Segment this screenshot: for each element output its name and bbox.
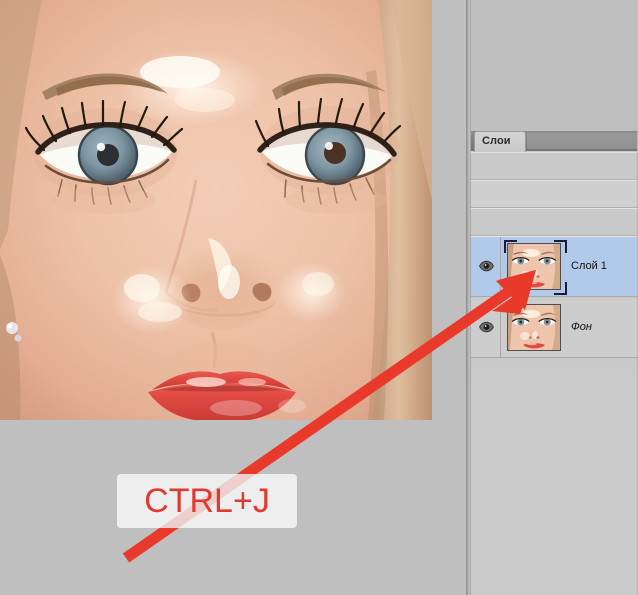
blend-mode-row: Обычные xyxy=(471,181,638,384)
thumbnail-bracket-tr xyxy=(554,240,567,253)
panel-tabstrip-empty xyxy=(527,133,638,149)
layer-2-name[interactable]: Фон xyxy=(571,321,592,333)
thumbnail-bracket-tl xyxy=(504,240,517,253)
layer-1-visibility-cell[interactable] xyxy=(471,237,501,296)
eye-icon[interactable] xyxy=(479,259,494,277)
thumbnail-bracket-bl xyxy=(504,282,517,295)
face-thumbnail xyxy=(508,305,560,350)
layer-2-visibility-cell[interactable] xyxy=(471,298,501,357)
layer-filter-row: Вид xyxy=(471,153,638,328)
layer-1-name[interactable]: Слой 1 xyxy=(571,260,607,272)
thumbnail-bracket-br xyxy=(554,282,567,295)
lock-row: Закрепить: xyxy=(471,209,638,438)
layer-row-2[interactable]: Фон xyxy=(471,298,638,358)
panel-top-empty-area xyxy=(471,0,638,131)
eye-icon[interactable] xyxy=(479,320,494,338)
photo-canvas[interactable] xyxy=(0,0,432,420)
tab-layers-label: Слои xyxy=(482,135,511,147)
layers-panel: Слои Вид xyxy=(471,0,638,595)
layer-row-1[interactable]: Слой 1 xyxy=(471,237,638,297)
layer-list: Слой 1 Фон xyxy=(471,237,638,370)
layer-list-empty-area xyxy=(471,370,638,595)
shortcut-label: CTRL+J xyxy=(144,481,270,520)
layer-2-thumbnail[interactable] xyxy=(507,304,561,351)
screenshot-root: Слои Вид xyxy=(0,0,638,595)
face-photo-illustration xyxy=(0,0,432,420)
